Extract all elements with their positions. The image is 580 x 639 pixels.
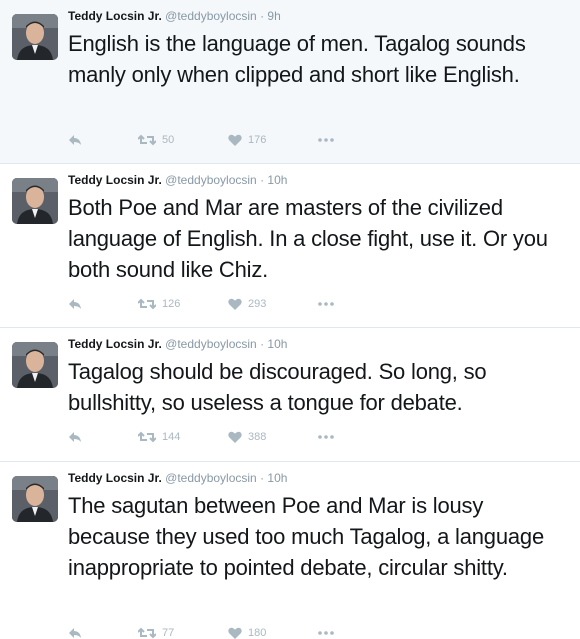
like-button[interactable]: 180 [228, 627, 318, 639]
tweet[interactable]: Teddy Locsin Jr. @teddyboylocsin · 10h T… [0, 328, 580, 462]
avatar[interactable] [12, 342, 58, 388]
tweet[interactable]: Teddy Locsin Jr. @teddyboylocsin · 10h T… [0, 462, 580, 639]
reply-button[interactable] [68, 298, 138, 310]
tweet-header: Teddy Locsin Jr. @teddyboylocsin · 10h [68, 172, 570, 188]
username[interactable]: @teddyboylocsin [165, 9, 257, 23]
more-button[interactable] [318, 302, 334, 306]
tweet-text: Tagalog should be discouraged. So long, … [68, 359, 487, 415]
display-name[interactable]: Teddy Locsin Jr. [68, 471, 162, 485]
reply-icon [69, 135, 81, 145]
tweet[interactable]: Teddy Locsin Jr. @teddyboylocsin · 9h En… [0, 0, 580, 164]
heart-icon [228, 134, 242, 146]
more-icon [318, 302, 334, 306]
reply-icon [69, 628, 81, 638]
more-button[interactable] [318, 631, 334, 635]
like-count: 293 [248, 298, 267, 310]
more-button[interactable] [318, 435, 334, 439]
timestamp[interactable]: 10h [267, 337, 287, 351]
avatar-image [12, 476, 58, 522]
avatar-image [12, 14, 58, 60]
retweet-count: 50 [162, 134, 175, 146]
more-icon [318, 631, 334, 635]
separator: · [260, 173, 265, 187]
avatar[interactable] [12, 14, 58, 60]
separator: · [260, 471, 265, 485]
retweet-icon [138, 134, 156, 146]
like-count: 388 [248, 431, 267, 443]
timestamp[interactable]: 10h [267, 471, 287, 485]
timestamp[interactable]: 10h [267, 173, 287, 187]
like-button[interactable]: 176 [228, 134, 318, 146]
heart-icon [228, 627, 242, 639]
reply-icon [69, 299, 81, 309]
tweet-feed: Teddy Locsin Jr. @teddyboylocsin · 9h En… [0, 0, 580, 639]
like-button[interactable]: 293 [228, 298, 318, 310]
retweet-button[interactable]: 77 [138, 627, 228, 639]
reply-button[interactable] [68, 134, 138, 146]
username[interactable]: @teddyboylocsin [165, 471, 257, 485]
tweet[interactable]: Teddy Locsin Jr. @teddyboylocsin · 10h B… [0, 164, 580, 328]
tweet-text: The sagutan between Poe and Mar is lousy… [68, 493, 544, 580]
reply-button[interactable] [68, 627, 138, 639]
separator: · [260, 337, 265, 351]
tweet-text: Both Poe and Mar are masters of the civi… [68, 195, 548, 282]
like-button[interactable]: 388 [228, 431, 318, 443]
username[interactable]: @teddyboylocsin [165, 337, 257, 351]
retweet-button[interactable]: 126 [138, 298, 228, 310]
more-button[interactable] [318, 138, 334, 142]
retweet-count: 144 [162, 431, 181, 443]
heart-icon [228, 298, 242, 310]
retweet-button[interactable]: 50 [138, 134, 228, 146]
tweet-text: English is the language of men. Tagalog … [68, 31, 526, 87]
tweet-actions: 126 293 [68, 298, 334, 310]
heart-icon [228, 431, 242, 443]
tweet-actions: 77 180 [68, 627, 334, 639]
retweet-icon [138, 627, 156, 639]
username[interactable]: @teddyboylocsin [165, 173, 257, 187]
tweet-actions: 144 388 [68, 431, 334, 443]
retweet-icon [138, 298, 156, 310]
tweet-header: Teddy Locsin Jr. @teddyboylocsin · 10h [68, 470, 570, 486]
avatar[interactable] [12, 178, 58, 224]
display-name[interactable]: Teddy Locsin Jr. [68, 9, 162, 23]
tweet-header: Teddy Locsin Jr. @teddyboylocsin · 10h [68, 336, 570, 352]
avatar-image [12, 342, 58, 388]
tweet-actions: 50 176 [68, 134, 334, 146]
separator: · [260, 9, 265, 23]
display-name[interactable]: Teddy Locsin Jr. [68, 337, 162, 351]
like-count: 180 [248, 627, 267, 639]
more-icon [318, 435, 334, 439]
retweet-count: 126 [162, 298, 181, 310]
like-count: 176 [248, 134, 267, 146]
more-icon [318, 138, 334, 142]
avatar[interactable] [12, 476, 58, 522]
retweet-count: 77 [162, 627, 175, 639]
retweet-button[interactable]: 144 [138, 431, 228, 443]
retweet-icon [138, 431, 156, 443]
timestamp[interactable]: 9h [267, 9, 280, 23]
avatar-image [12, 178, 58, 224]
reply-icon [69, 432, 81, 442]
display-name[interactable]: Teddy Locsin Jr. [68, 173, 162, 187]
tweet-header: Teddy Locsin Jr. @teddyboylocsin · 9h [68, 8, 570, 24]
reply-button[interactable] [68, 431, 138, 443]
